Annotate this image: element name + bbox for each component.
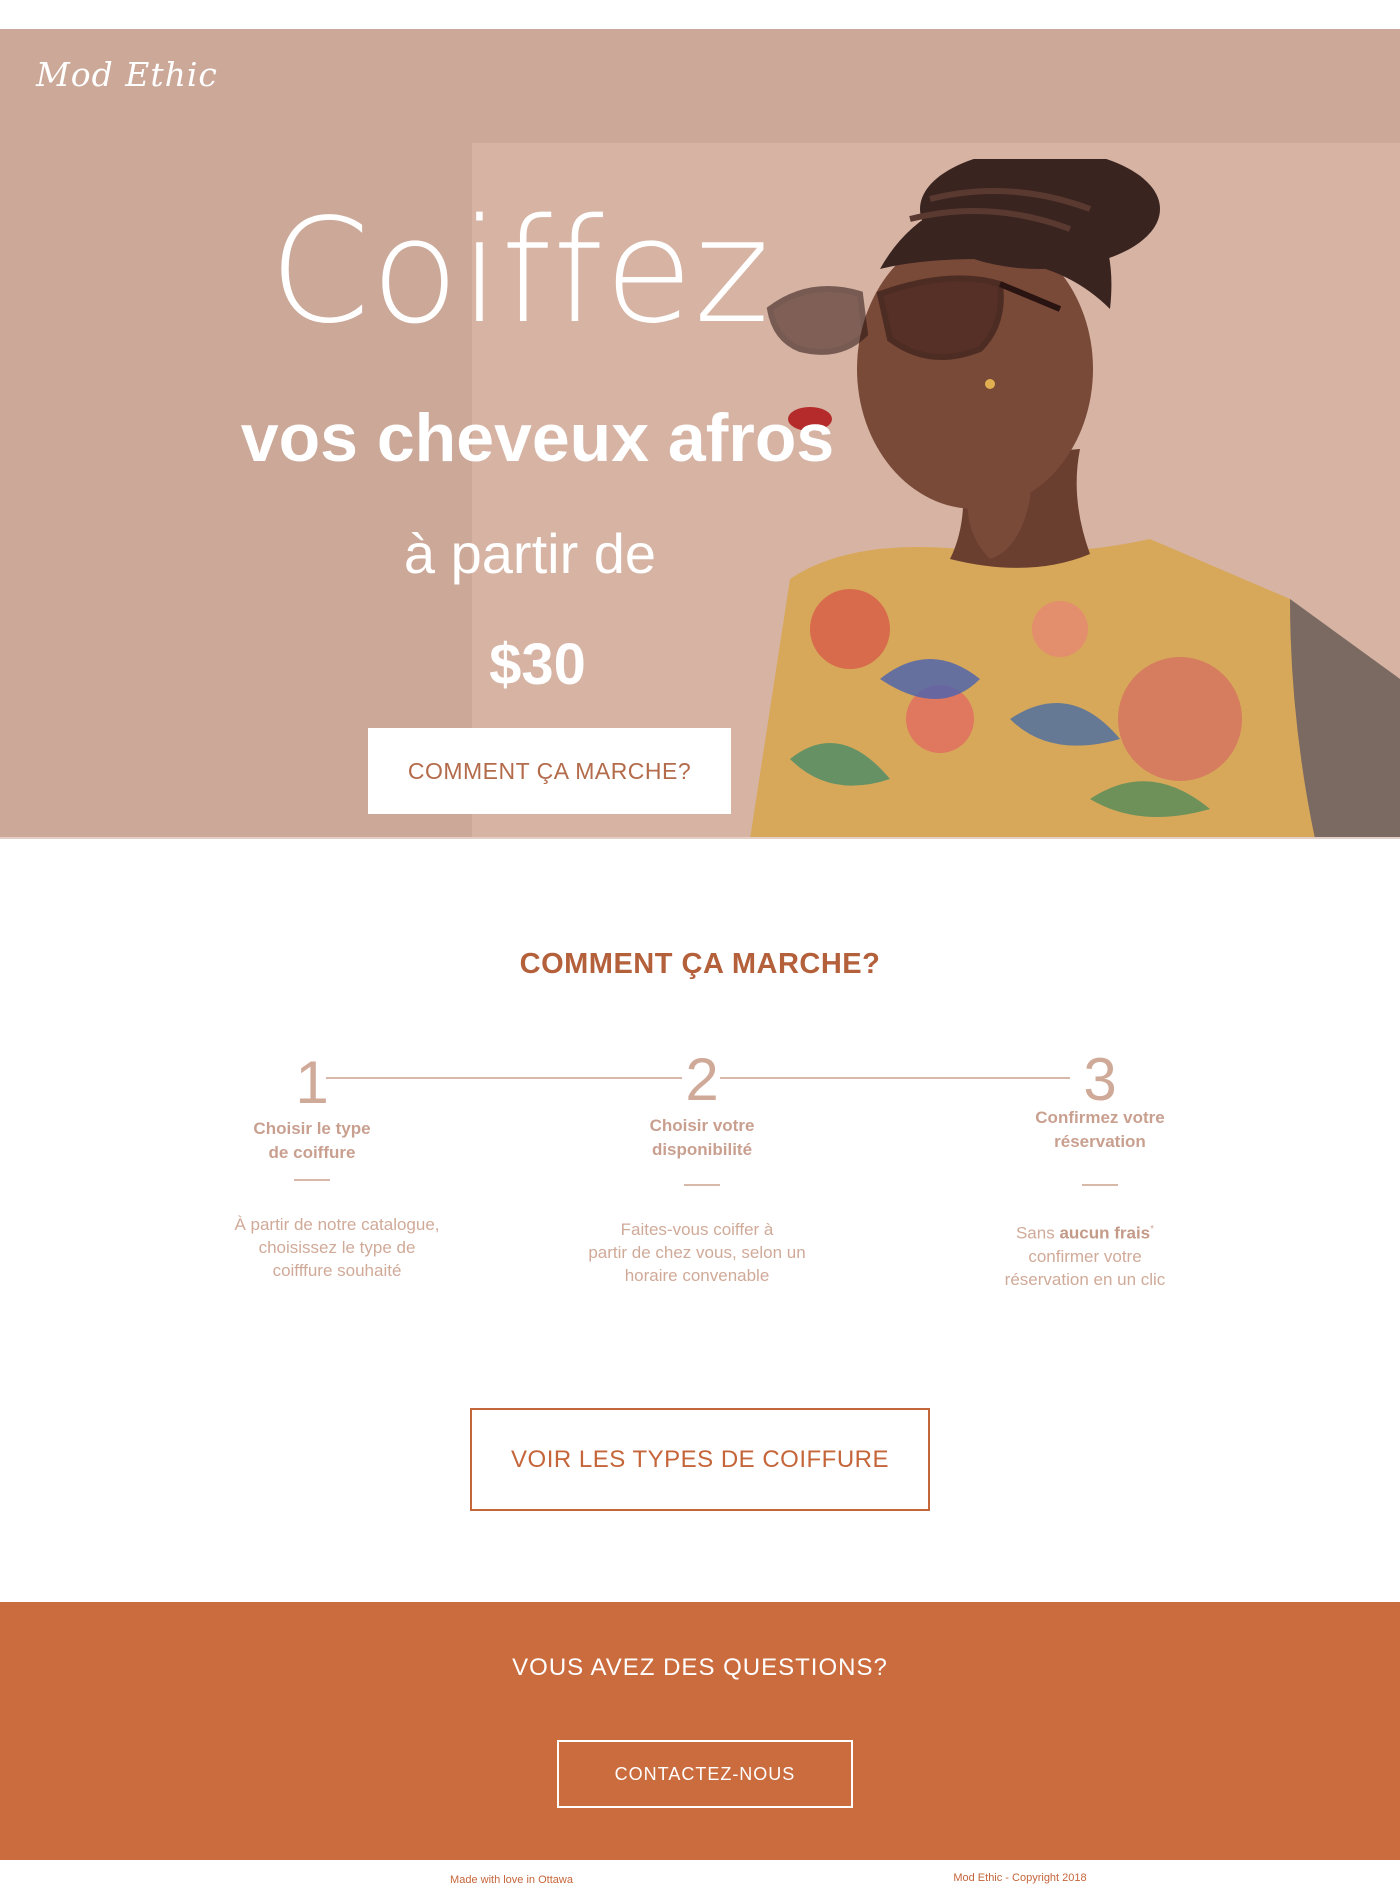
footer-made-with-love: Made with love in Ottawa: [450, 1874, 573, 1886]
step-2: 2 Choisir votre disponibilité Faites-vou…: [542, 1050, 862, 1287]
contact-us-button[interactable]: CONTACTEZ-NOUS: [557, 1740, 853, 1808]
step-number: 2: [685, 1046, 719, 1113]
step-description: Sans aucun frais* confirmer votre réserva…: [910, 1218, 1260, 1291]
step-1: 1 Choisir le type de coiffure À partir d…: [152, 1053, 472, 1282]
step-divider: [294, 1179, 330, 1181]
step-title: Choisir le type de coiffure: [253, 1119, 371, 1162]
hero-title: Coiffez: [269, 187, 771, 355]
step-3: 3 Confirmez votre réservation Sans aucun…: [940, 1050, 1260, 1291]
how-it-works-title: COMMENT ÇA MARCHE?: [519, 948, 881, 980]
step-number: 1: [295, 1049, 329, 1116]
hero-divider: [0, 837, 1400, 839]
view-hairstyle-types-button[interactable]: VOIR LES TYPES DE COIFFURE: [470, 1408, 930, 1511]
step-desc-bold: aucun frais: [1059, 1223, 1151, 1243]
step-desc-asterisk: *: [1150, 1224, 1155, 1235]
step-desc-prefix: Sans: [1015, 1223, 1060, 1243]
step-desc-rest: confirmer votre réservation en un clic: [1004, 1246, 1166, 1289]
hero-price: $30: [489, 632, 586, 697]
step-divider: [684, 1184, 720, 1186]
hero-from-label: à partir de: [403, 522, 657, 585]
step-description: Faites-vous coiffer à partir de chez vou…: [588, 1220, 806, 1285]
hero-subtitle: vos cheveux afros: [240, 400, 835, 476]
step-number: 3: [1083, 1046, 1117, 1113]
brand-logo[interactable]: Mod Ethic: [36, 55, 218, 94]
step-description: À partir de notre catalogue, choisissez …: [234, 1215, 440, 1280]
how-it-works-button[interactable]: COMMENT ÇA MARCHE?: [368, 728, 731, 814]
hero-banner: Mod Ethic Coiffez vos cheveux afros à pa…: [0, 29, 1400, 839]
questions-title: VOUS AVEZ DES QUESTIONS?: [512, 1654, 888, 1681]
questions-section: VOUS AVEZ DES QUESTIONS? CONTACTEZ-NOUS: [0, 1602, 1400, 1860]
step-title: Choisir votre disponibilité: [649, 1116, 755, 1159]
step-title: Confirmez votre réservation: [1035, 1108, 1165, 1151]
step-divider: [1082, 1184, 1118, 1186]
footer-copyright: Mod Ethic - Copyright 2018: [953, 1872, 1087, 1884]
